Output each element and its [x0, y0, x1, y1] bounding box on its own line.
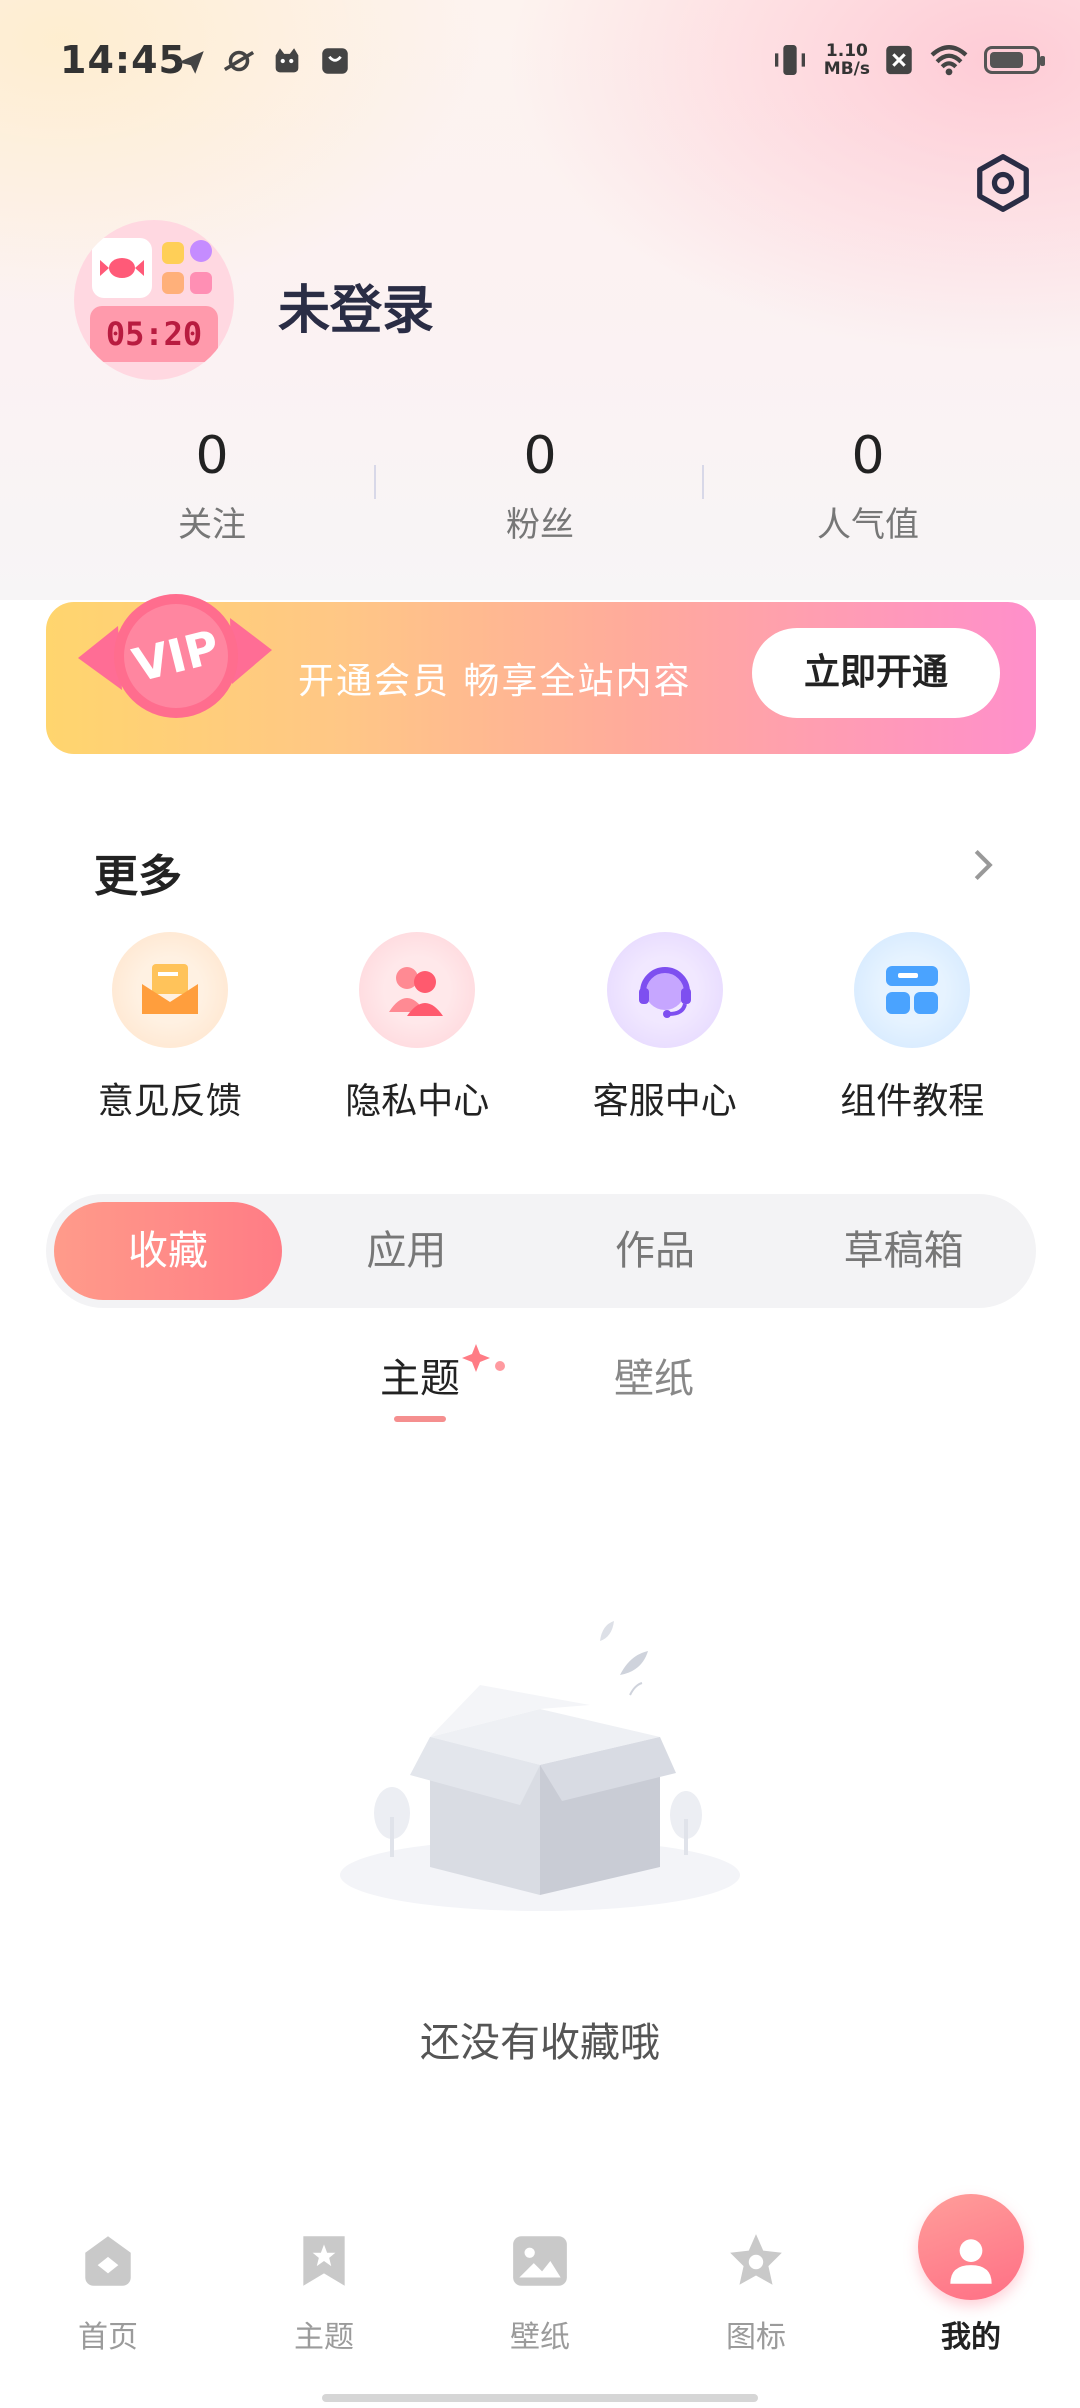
stat-value: 0: [851, 426, 885, 486]
notification-icons: [174, 44, 352, 78]
stat-value: 0: [523, 426, 557, 486]
home-indicator[interactable]: [322, 2394, 758, 2402]
more-title: 更多: [94, 851, 182, 902]
more-item-label: 组件教程: [840, 1081, 985, 1122]
stat-value: 0: [195, 426, 229, 486]
more-items: 意见反馈 隐私中心 客服中心 组件教程: [46, 932, 1036, 1124]
vip-promo-text: 开通会员 畅享全站内容: [298, 661, 692, 702]
nav-icons[interactable]: 图标: [686, 2230, 826, 2356]
shopping-bag-icon: [322, 48, 348, 74]
net-speed-value: 1.10: [825, 41, 868, 61]
wallpaper-image-icon: [513, 2236, 567, 2286]
status-time: 14:45: [60, 38, 186, 82]
more-item-support[interactable]: 客服中心: [541, 932, 789, 1124]
nav-label: 图标: [726, 2320, 786, 2355]
avatar-dot: [162, 242, 184, 264]
profile-page: 14:45 1.10 MB/s 05:20 未登录 0 关注 0 粉丝 0 人气…: [0, 0, 1080, 2408]
avatar[interactable]: 05:20: [74, 220, 234, 380]
nav-profile[interactable]: 我的: [901, 2230, 1041, 2356]
subtab-active-indicator: [394, 1416, 446, 1422]
stat-label: 粉丝: [506, 505, 574, 545]
status-right: 1.10 MB/s: [770, 40, 1045, 80]
no-sim-icon: [886, 45, 912, 75]
nav-themes[interactable]: 主题: [254, 2230, 394, 2356]
cat-app-icon: [275, 48, 299, 73]
vibrate-icon: [774, 45, 805, 75]
net-speed: 1.10 MB/s: [824, 42, 870, 78]
avatar-dot: [162, 272, 184, 294]
more-item-label: 隐私中心: [345, 1081, 490, 1122]
tab-apps[interactable]: 应用: [282, 1202, 531, 1300]
vip-candy-icon: VIP: [78, 594, 272, 718]
nav-label: 主题: [294, 2320, 354, 2355]
privacy-users-icon: [359, 932, 476, 1048]
sparkle-icon: [462, 1344, 505, 1372]
more-item-label: 客服中心: [592, 1081, 737, 1122]
more-item-widgets[interactable]: 组件教程: [789, 932, 1037, 1124]
wifi-icon: [930, 45, 968, 76]
stat-label: 关注: [178, 505, 246, 545]
widgets-icon: [854, 932, 971, 1048]
settings-icon[interactable]: [972, 152, 1034, 214]
subtab-themes[interactable]: 主题: [380, 1346, 460, 1404]
profile-icon: [950, 2239, 992, 2284]
feedback-envelope-icon: [111, 932, 228, 1048]
empty-state-text: 还没有收藏哦: [420, 2020, 660, 2066]
nav-home[interactable]: 首页: [38, 2230, 178, 2356]
theme-bookmark-icon: [303, 2236, 345, 2286]
vip-open-button[interactable]: 立即开通: [752, 628, 1000, 718]
battery-icon: [984, 46, 1045, 74]
tab-favorites[interactable]: 收藏: [54, 1202, 282, 1300]
avatar-dot: [190, 272, 212, 294]
tab-drafts[interactable]: 草稿箱: [779, 1202, 1028, 1300]
stat-popularity[interactable]: 0 人气值: [704, 425, 1032, 546]
nav-label: 壁纸: [510, 2320, 570, 2355]
empty-box-icon: [340, 1621, 740, 1911]
avatar-clock: 05:20: [90, 306, 218, 362]
subtab-wallpapers[interactable]: 壁纸: [614, 1346, 694, 1404]
more-item-privacy[interactable]: 隐私中心: [294, 932, 542, 1124]
home-icon: [85, 2236, 131, 2286]
planet-icon: [223, 50, 255, 72]
username[interactable]: 未登录: [278, 268, 434, 343]
avatar-candy-card: [92, 238, 152, 298]
nav-wallpapers[interactable]: 壁纸: [470, 2230, 610, 2356]
status-bar: 14:45 1.10 MB/s: [0, 0, 1080, 128]
more-item-feedback[interactable]: 意见反馈: [46, 932, 294, 1124]
avatar-dot: [190, 240, 212, 262]
chevron-right-icon[interactable]: [970, 848, 996, 882]
tab-works[interactable]: 作品: [531, 1202, 780, 1300]
icon-star-icon: [730, 2234, 782, 2285]
nav-label: 首页: [78, 2320, 138, 2355]
content-tabs: 收藏 应用 作品 草稿箱: [46, 1194, 1036, 1308]
headset-icon: [606, 932, 723, 1048]
stats-row: 0 关注 0 粉丝 0 人气值: [0, 425, 1080, 546]
stat-label: 人气值: [817, 505, 919, 545]
net-speed-unit: MB/s: [823, 59, 870, 79]
more-item-label: 意见反馈: [97, 1081, 242, 1122]
stat-fans[interactable]: 0 粉丝: [376, 425, 704, 546]
nav-label: 我的: [941, 2320, 1001, 2355]
battery-level: [990, 52, 1023, 68]
stat-following[interactable]: 0 关注: [48, 425, 376, 546]
plane-icon: [178, 51, 204, 74]
